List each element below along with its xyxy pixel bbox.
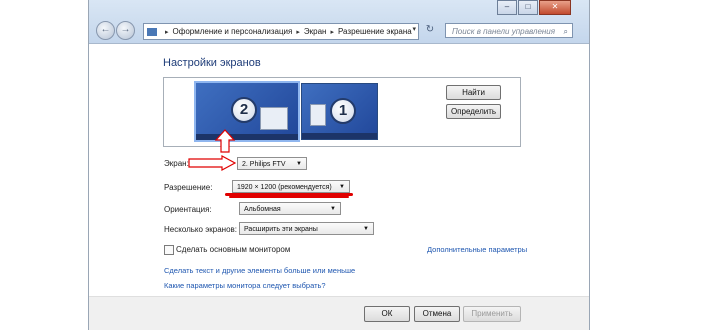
monitor-2[interactable]: 2 — [194, 81, 300, 142]
monitor-number-badge: 2 — [231, 97, 257, 123]
page-title: Настройки экранов — [163, 57, 261, 69]
multiple-displays-select[interactable]: Расширить эти экраны ▼ — [239, 222, 374, 235]
control-panel-icon — [147, 27, 157, 36]
monitor-number-badge: 1 — [330, 98, 356, 124]
maximize-button[interactable]: □ — [518, 0, 538, 15]
annotation-right-arrow-icon — [188, 155, 236, 171]
resolution-label: Разрешение: — [164, 183, 213, 192]
monitor-window-icon — [310, 104, 326, 126]
screen-resolution-window: – □ ✕ ← → ▸ Оформление и персонализация … — [88, 0, 590, 330]
screen-label: Экран: — [164, 159, 189, 168]
chevron-down-icon: ▼ — [330, 206, 336, 212]
breadcrumb-separator: ▸ — [165, 28, 169, 36]
breadcrumb-separator: ▸ — [330, 28, 334, 36]
caption-buttons: – □ ✕ — [496, 0, 571, 15]
refresh-icon[interactable]: ↻ — [422, 22, 438, 38]
breadcrumb-appearance[interactable]: Оформление и персонализация — [173, 27, 293, 36]
orientation-label: Ориентация: — [164, 205, 212, 214]
monitor-taskbar — [302, 133, 377, 139]
find-button[interactable]: Найти — [446, 85, 501, 100]
orientation-select[interactable]: Альбомная ▼ — [239, 202, 341, 215]
window-chrome: – □ ✕ ← → ▸ Оформление и персонализация … — [89, 0, 589, 44]
text-size-link[interactable]: Сделать текст и другие элементы больше и… — [164, 266, 355, 275]
forward-arrow-icon[interactable]: → — [116, 21, 135, 40]
search-input[interactable]: Поиск в панели управления ⌕ — [445, 23, 573, 38]
resolution-select-value: 1920 × 1200 (рекомендуется) — [237, 184, 332, 191]
advanced-settings-link[interactable]: Дополнительные параметры — [427, 245, 527, 254]
chevron-down-icon: ▼ — [296, 161, 302, 167]
identify-button[interactable]: Определить — [446, 104, 501, 119]
main-monitor-label[interactable]: Сделать основным монитором — [176, 245, 290, 254]
resolution-select[interactable]: 1920 × 1200 (рекомендуется) ▼ — [232, 180, 350, 193]
apply-button: Применить — [463, 306, 521, 322]
search-placeholder: Поиск в панели управления — [452, 27, 556, 36]
monitor-window-icon — [260, 107, 288, 130]
annotation-up-arrow-icon — [215, 129, 235, 153]
breadcrumb-resolution[interactable]: Разрешение экрана — [338, 27, 412, 36]
monitor-taskbar — [196, 134, 298, 140]
multiple-displays-select-value: Расширить эти экраны — [244, 226, 318, 233]
annotation-underline — [229, 196, 349, 198]
breadcrumb-separator: ▸ — [296, 28, 300, 36]
ok-button[interactable]: ОК — [364, 306, 410, 322]
close-button[interactable]: ✕ — [539, 0, 571, 15]
address-dropdown-icon[interactable]: ▾ — [412, 25, 416, 33]
main-monitor-checkbox[interactable] — [164, 245, 174, 255]
minimize-button[interactable]: – — [497, 0, 517, 15]
search-icon[interactable]: ⌕ — [564, 24, 568, 39]
multiple-displays-label: Несколько экранов: — [164, 225, 238, 234]
orientation-select-value: Альбомная — [244, 206, 281, 213]
chevron-down-icon: ▼ — [363, 226, 369, 232]
cancel-button[interactable]: Отмена — [414, 306, 460, 322]
back-arrow-icon[interactable]: ← — [96, 21, 115, 40]
monitor-1[interactable]: 1 — [301, 83, 378, 140]
screen-select[interactable]: 2. Philips FTV ▼ — [237, 157, 307, 170]
which-settings-link[interactable]: Какие параметры монитора следует выбрать… — [164, 281, 326, 290]
screen-select-value: 2. Philips FTV — [242, 161, 286, 168]
address-bar[interactable]: ▸ Оформление и персонализация ▸ Экран ▸ … — [143, 23, 419, 40]
breadcrumb-display[interactable]: Экран — [304, 27, 327, 36]
